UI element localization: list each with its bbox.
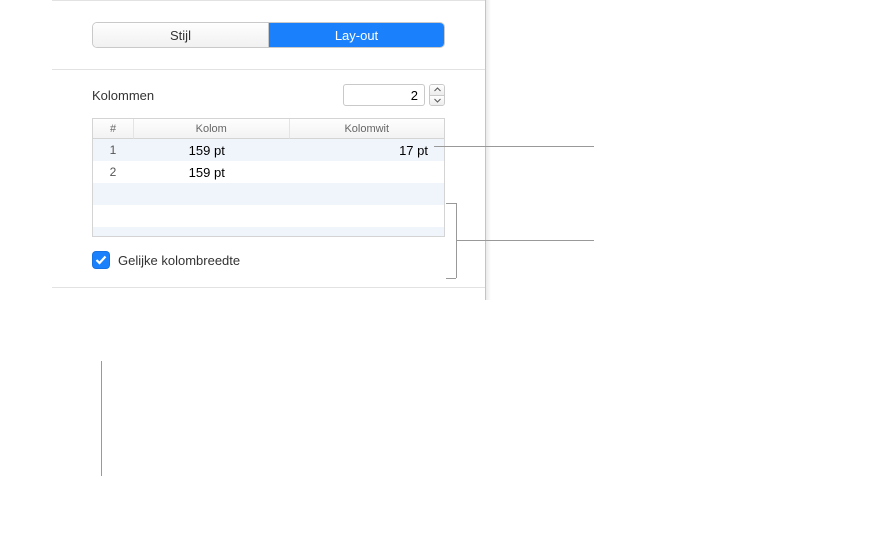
cell-kolomwit (281, 161, 445, 183)
tab-layout-label: Lay-out (335, 28, 378, 43)
columns-step-down[interactable] (430, 95, 444, 106)
inspector-panel: Stijl Lay-out Kolommen # Kolom Kolomwit (52, 0, 486, 300)
table-row[interactable]: 2 159 pt (93, 161, 444, 183)
columns-input[interactable] (343, 84, 425, 106)
tab-bar: Stijl Lay-out (92, 22, 445, 48)
divider (52, 0, 485, 1)
tab-layout[interactable]: Lay-out (268, 23, 444, 47)
columns-stepper (343, 84, 445, 106)
columns-table: # Kolom Kolomwit 1 159 pt 17 pt 2 159 pt (92, 118, 445, 237)
columns-label: Kolommen (92, 88, 154, 103)
columns-row: Kolommen (92, 84, 445, 106)
callout-line (446, 278, 456, 279)
table-header: # Kolom Kolomwit (93, 119, 444, 139)
callout-line (456, 240, 594, 241)
columns-stepper-buttons (429, 84, 445, 106)
callout-line (434, 146, 594, 147)
equal-width-checkbox[interactable] (92, 251, 110, 269)
table-row[interactable]: 1 159 pt 17 pt (93, 139, 444, 161)
cell-num: 2 (93, 161, 133, 183)
col-header-kolomwit[interactable]: Kolomwit (289, 119, 445, 139)
col-header-num[interactable]: # (93, 119, 133, 139)
columns-step-up[interactable] (430, 85, 444, 95)
tab-style[interactable]: Stijl (93, 23, 268, 47)
callout-line (101, 361, 102, 476)
cell-num: 1 (93, 139, 133, 161)
callout-line (446, 203, 456, 204)
col-header-kolom[interactable]: Kolom (133, 119, 289, 139)
equal-width-row: Gelijke kolombreedte (92, 251, 445, 269)
tab-style-label: Stijl (170, 28, 191, 43)
cell-kolom: 159 pt (133, 139, 281, 161)
columns-section: Kolommen # Kolom Kolomwit 1 159 pt 17 pt (52, 70, 485, 269)
cell-kolomwit: 17 pt (281, 139, 445, 161)
equal-width-label: Gelijke kolombreedte (118, 253, 240, 268)
cell-kolom: 159 pt (133, 161, 281, 183)
table-empty-area (93, 183, 444, 237)
